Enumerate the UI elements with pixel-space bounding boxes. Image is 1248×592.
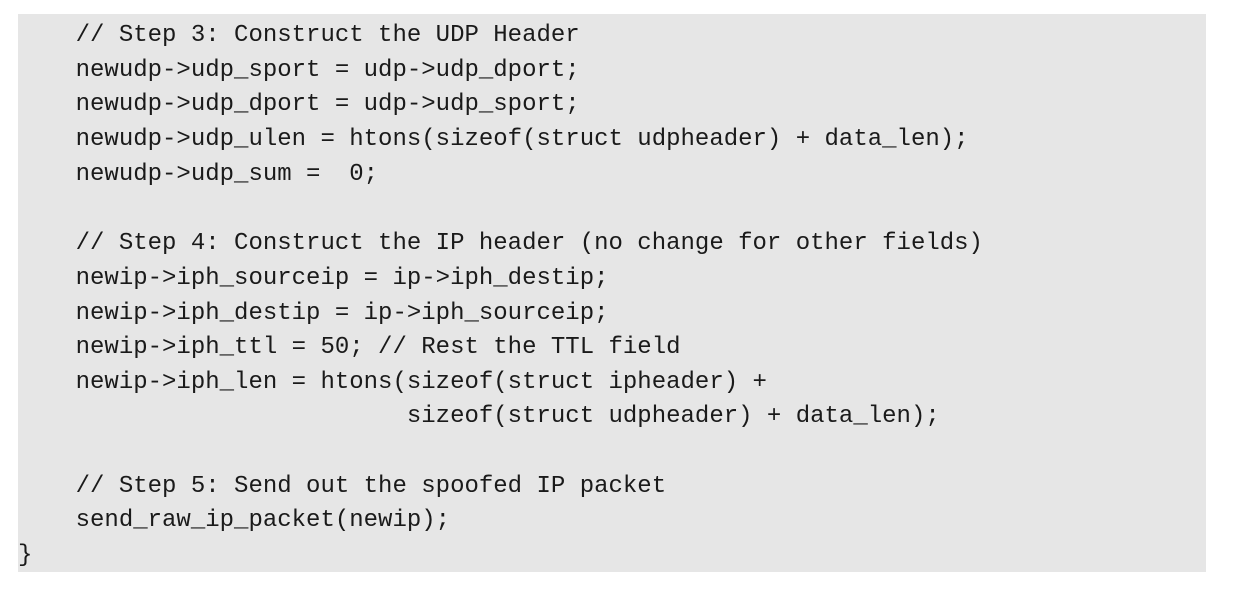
code-line-udp-sum: newudp->udp_sum = 0; [18, 161, 379, 188]
code-listing: // Step 3: Construct the UDP Header newu… [18, 14, 1206, 572]
code-line-iph-ttl: newip->iph_ttl = 50; // Rest the TTL fie… [18, 334, 681, 361]
code-line-udp-dport: newudp->udp_dport = udp->udp_sport; [18, 91, 580, 118]
code-closing-brace: } [18, 542, 33, 569]
code-line-send-packet: send_raw_ip_packet(newip); [18, 507, 451, 534]
code-line-udp-sport: newudp->udp_sport = udp->udp_dport; [18, 57, 580, 84]
code-line-iph-destip: newip->iph_destip = ip->iph_sourceip; [18, 300, 609, 327]
code-comment-step3: // Step 3: Construct the UDP Header [18, 22, 580, 49]
code-line-udp-ulen: newudp->udp_ulen = htons(sizeof(struct u… [18, 126, 969, 153]
code-line-iph-len-cont: sizeof(struct udpheader) + data_len); [18, 403, 940, 430]
code-line-iph-sourceip: newip->iph_sourceip = ip->iph_destip; [18, 265, 609, 292]
code-comment-step5: // Step 5: Send out the spoofed IP packe… [18, 473, 667, 500]
code-line-iph-len: newip->iph_len = htons(sizeof(struct iph… [18, 369, 767, 396]
code-comment-step4: // Step 4: Construct the IP header (no c… [18, 230, 983, 257]
